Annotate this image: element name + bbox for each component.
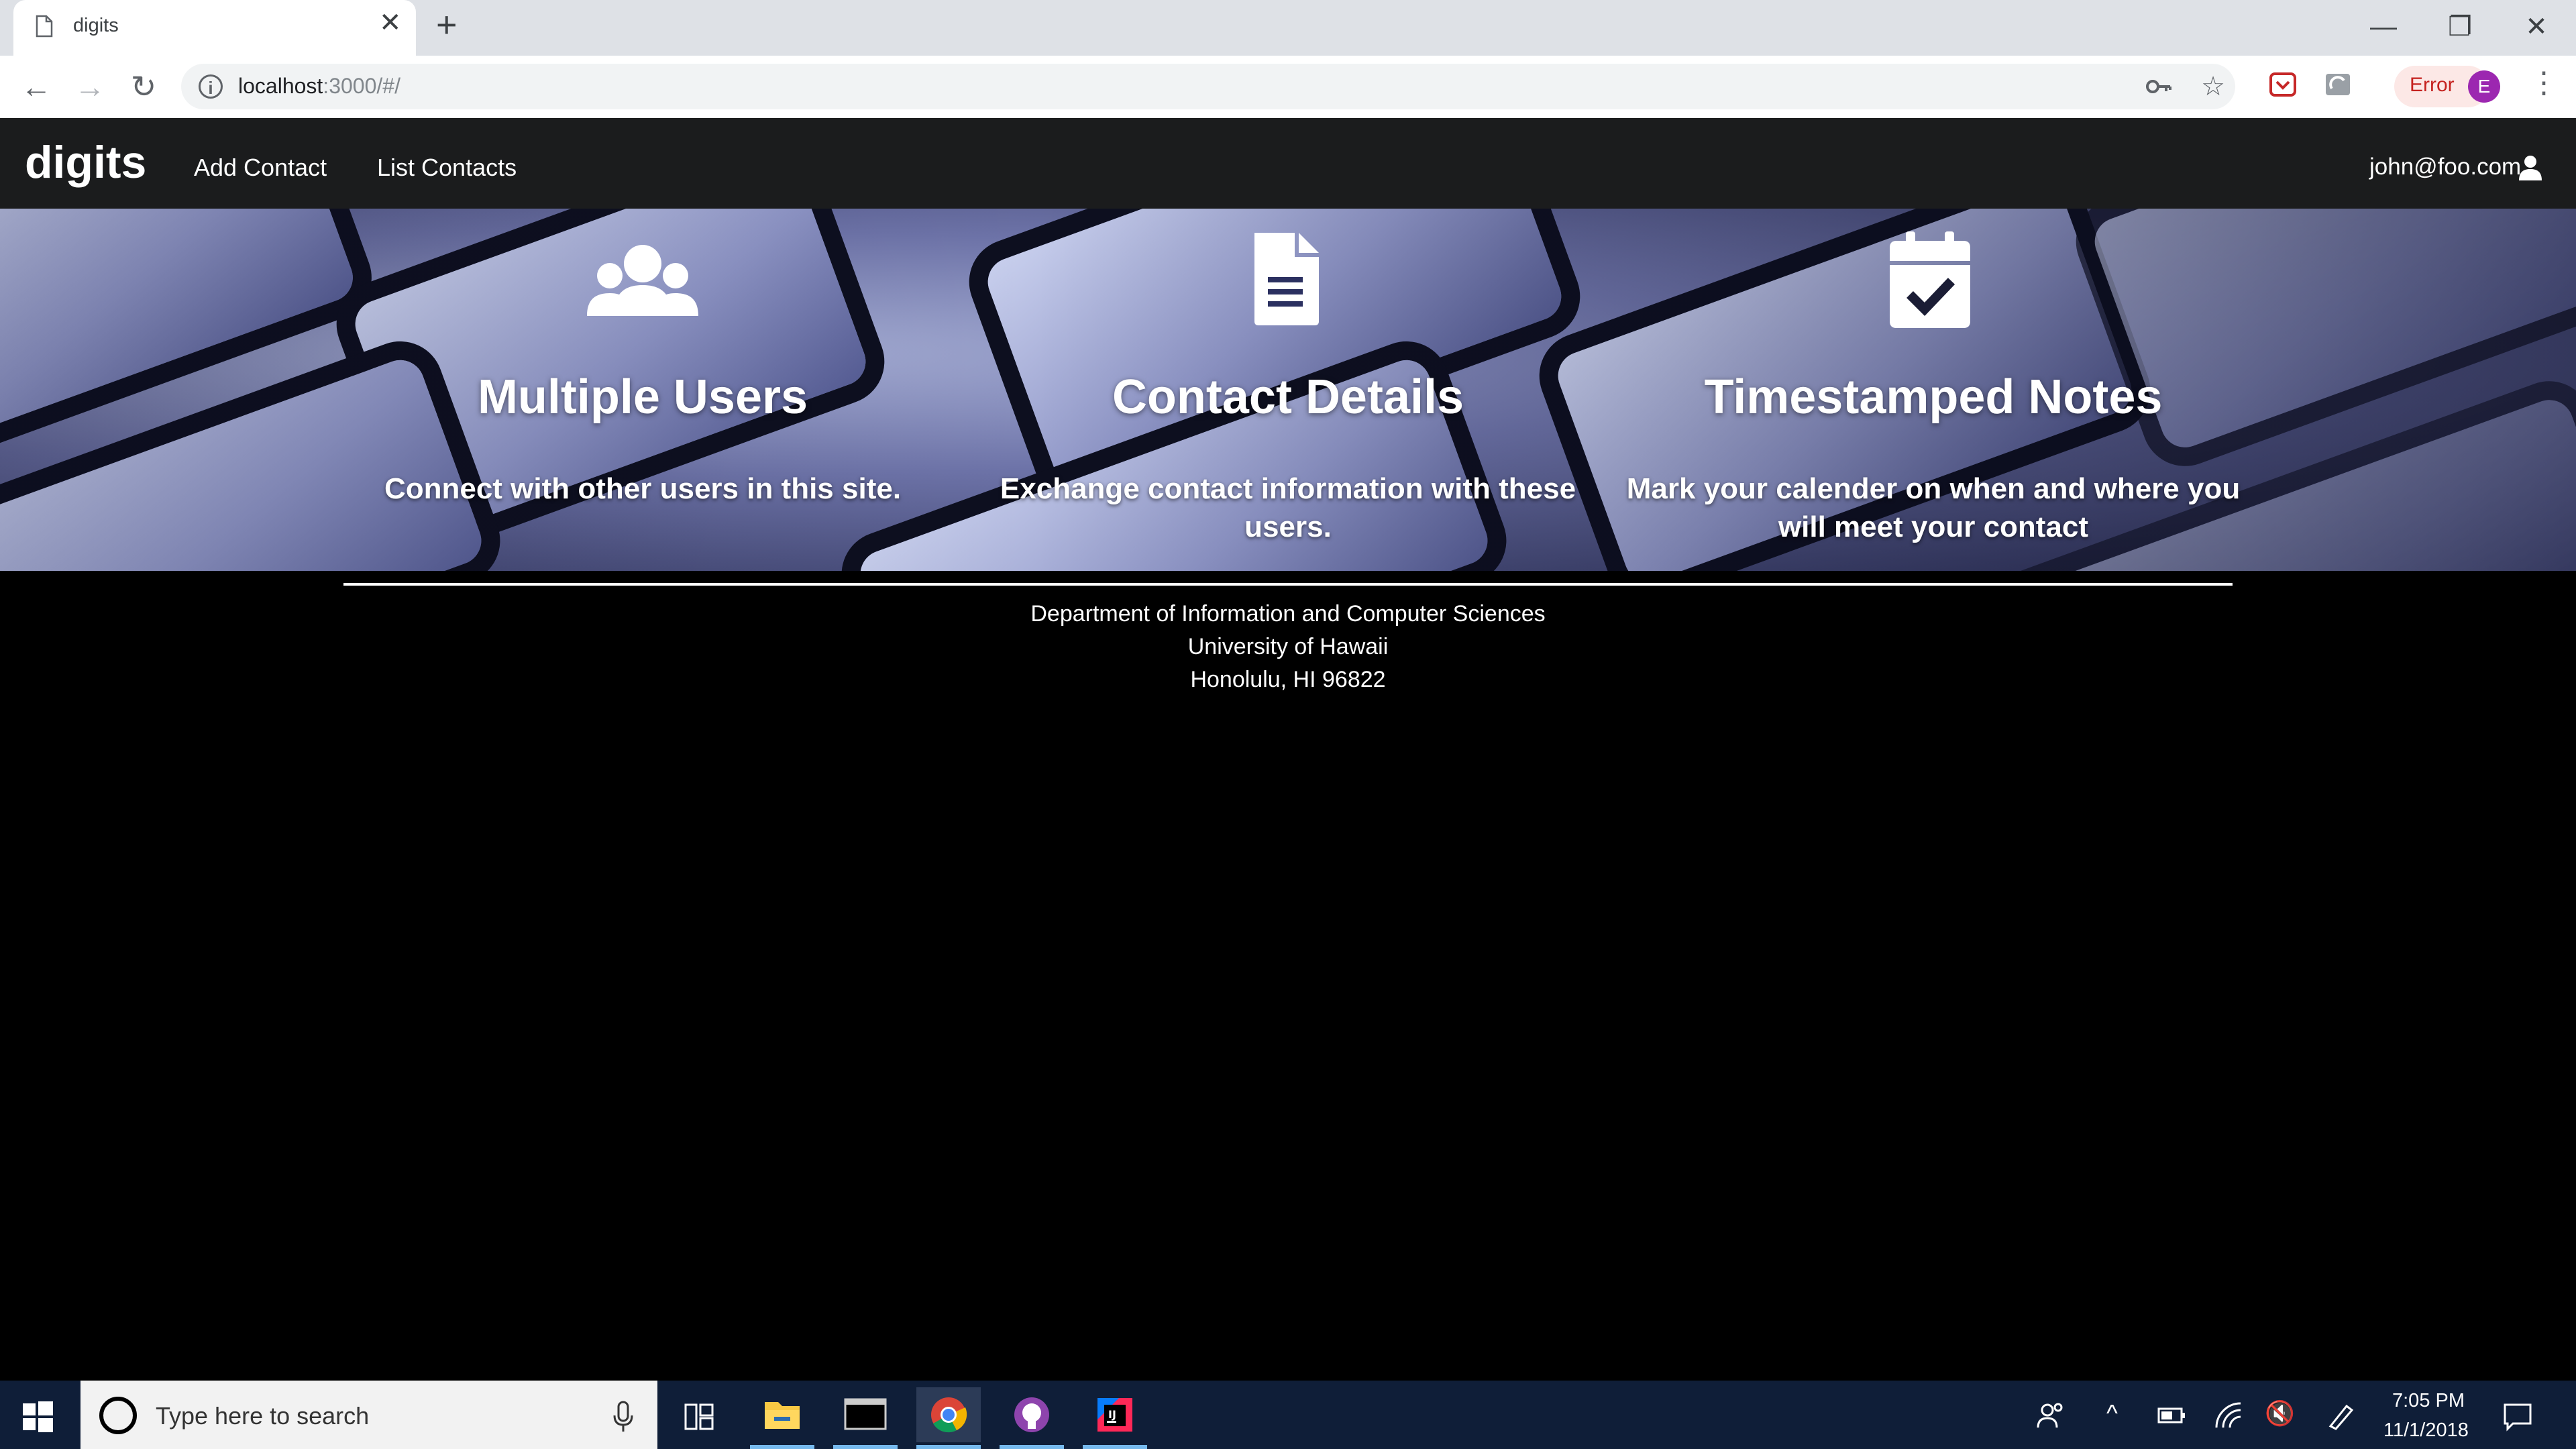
wifi-icon[interactable] [2214, 1401, 2243, 1430]
document-icon [1254, 233, 1319, 325]
brand-logo[interactable]: digits [25, 136, 146, 189]
volume-muted-icon[interactable]: 🔇 [2265, 1399, 2295, 1428]
user-icon[interactable] [2517, 154, 2544, 181]
chrome-icon [931, 1397, 967, 1433]
calendar-check-icon [1890, 231, 1970, 328]
star-icon[interactable]: ☆ [2196, 70, 2230, 103]
people-icon[interactable] [2035, 1401, 2066, 1432]
file-explorer-taskbar-button[interactable] [750, 1387, 814, 1442]
feature-desc-line: Mark your calender on when and where you [1626, 472, 2241, 505]
reload-button[interactable]: ↻ [123, 66, 164, 107]
feature-title-timestamped-notes: Timestamped Notes [1704, 370, 2163, 424]
sync-glyph [2326, 74, 2350, 95]
browser-tab[interactable]: digits ✕ [13, 0, 416, 56]
footer-divider [343, 583, 2233, 586]
page-icon [36, 15, 53, 38]
active-app-indicator [1000, 1445, 1064, 1449]
restore-button[interactable]: ❐ [2422, 0, 2498, 54]
task-view-icon[interactable] [683, 1401, 715, 1433]
battery-icon[interactable] [2157, 1406, 2187, 1425]
close-tab-icon[interactable]: ✕ [379, 9, 402, 36]
svg-text:IJ: IJ [1108, 1408, 1116, 1421]
tab-title: digits [73, 15, 119, 36]
active-app-indicator [1083, 1445, 1147, 1449]
github-desktop-taskbar-button[interactable] [1000, 1387, 1064, 1442]
close-window-button[interactable]: ✕ [2498, 0, 2575, 54]
feature-desc-line: will meet your contact [1778, 511, 2089, 543]
user-menu[interactable]: john@foo.com [2369, 154, 2521, 180]
terminal-taskbar-button[interactable] [833, 1387, 898, 1442]
chrome-taskbar-button[interactable] [916, 1387, 981, 1442]
active-app-indicator [916, 1445, 981, 1449]
back-button[interactable]: ← [16, 66, 56, 107]
key-icon[interactable] [2142, 70, 2176, 103]
feature-desc-line: Exchange contact information with these [1000, 472, 1576, 505]
active-app-indicator [833, 1445, 898, 1449]
folder-icon [765, 1402, 800, 1429]
users-icon [587, 245, 698, 316]
pocket-extension-icon[interactable] [2266, 70, 2300, 103]
feature-desc-timestamped-notes: Mark your calender on when and where you… [1611, 470, 2255, 546]
more-menu-icon[interactable]: ⋮ [2529, 68, 2559, 98]
sync-extension-icon[interactable] [2321, 70, 2355, 103]
active-app-indicator [750, 1445, 814, 1449]
clock-time[interactable]: 7:05 PM [2392, 1390, 2465, 1412]
key-glyph [2146, 80, 2171, 93]
feature-title-contact-details: Contact Details [1112, 370, 1464, 424]
feature-desc-line: users. [1244, 511, 1332, 543]
new-tab-button[interactable]: + [436, 7, 458, 43]
clock-date[interactable]: 11/1/2018 [2383, 1419, 2469, 1442]
info-icon[interactable]: i [199, 74, 223, 99]
pocket-glyph [2269, 72, 2296, 97]
url-host: localhost [238, 74, 323, 98]
url-text[interactable]: localhost:3000/#/ [238, 74, 400, 99]
microphone-icon[interactable] [612, 1401, 635, 1433]
chevron-up-icon[interactable]: ^ [2106, 1399, 2118, 1428]
nav-list-contacts[interactable]: List Contacts [377, 154, 517, 182]
windows-start-icon[interactable] [19, 1398, 56, 1436]
reload-icon: ↻ [130, 69, 157, 104]
cortana-icon[interactable] [99, 1397, 137, 1434]
feature-desc-contact-details: Exchange contact information with these … [966, 470, 1610, 546]
forward-button[interactable]: → [70, 66, 110, 107]
action-center-icon[interactable] [2502, 1401, 2533, 1432]
feature-desc-multiple-users: Connect with other users in this site. [384, 472, 902, 505]
minimize-button[interactable]: — [2345, 0, 2422, 54]
feature-title-multiple-users: Multiple Users [477, 370, 808, 424]
footer-address: Honolulu, HI 96822 [1190, 667, 1386, 692]
url-path: :3000/#/ [323, 74, 400, 98]
intellij-icon: IJ [1097, 1398, 1132, 1432]
nav-add-contact[interactable]: Add Contact [194, 154, 327, 182]
profile-avatar[interactable]: E [2468, 70, 2500, 103]
footer-department: Department of Information and Computer S… [1030, 601, 1546, 627]
github-icon [1014, 1397, 1049, 1432]
terminal-icon [844, 1398, 887, 1430]
intellij-taskbar-button[interactable]: IJ [1083, 1387, 1147, 1442]
arrow-left-icon: ← [21, 69, 52, 104]
taskbar-search-placeholder[interactable]: Type here to search [156, 1402, 369, 1430]
address-bar[interactable] [181, 64, 2235, 109]
error-label: Error [2410, 74, 2455, 96]
footer-university: University of Hawaii [1187, 634, 1389, 659]
pen-icon[interactable] [2326, 1401, 2356, 1430]
arrow-right-icon: → [74, 69, 105, 104]
